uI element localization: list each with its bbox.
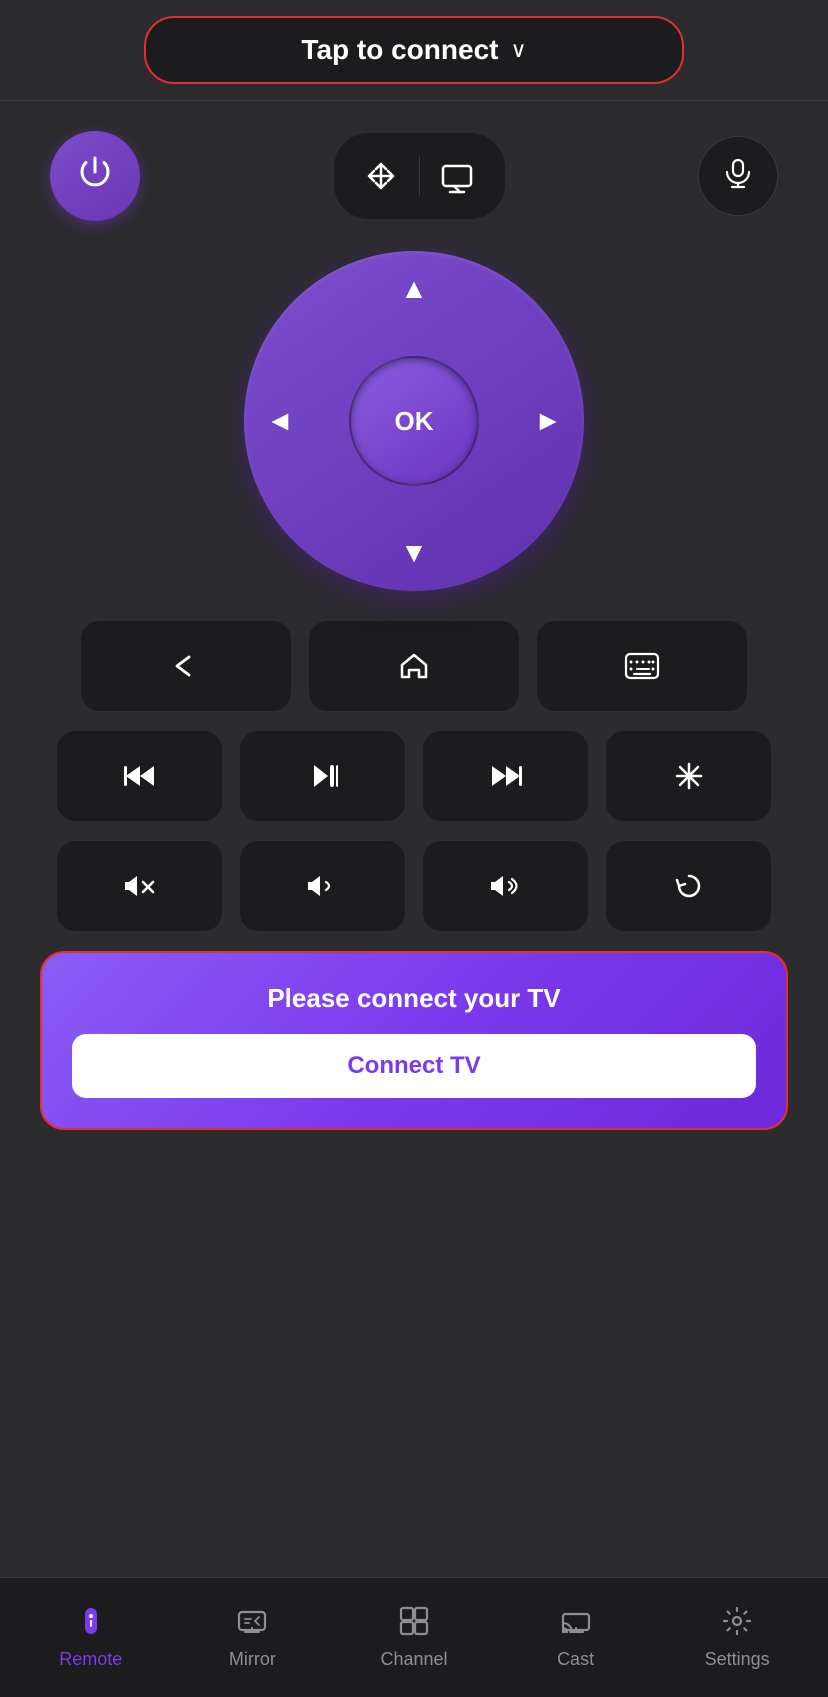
dpad-container: ▲ ◄ OK ► ▼ [244,251,584,591]
power-icon [77,154,113,198]
input-icon [420,141,495,211]
tab-settings-label: Settings [705,1649,770,1670]
playpause-button[interactable] [240,731,405,821]
tab-remote[interactable]: Remote [10,1606,172,1670]
connect-tv-button[interactable]: Connect TV [72,1034,756,1098]
connect-bar: Tap to connect ∨ [0,0,828,101]
star-button[interactable] [606,731,771,821]
mirror-icon [237,1606,267,1643]
cast-icon [561,1606,591,1643]
tab-channel[interactable]: Channel [333,1606,495,1670]
chevron-down-icon: ∨ [510,37,526,63]
tab-settings[interactable]: Settings [656,1606,818,1670]
dpad-down-icon[interactable]: ▼ [400,537,428,569]
keyboard-button[interactable] [537,621,747,711]
connect-tv-button-label: Connect TV [347,1052,480,1080]
connect-tv-banner: Please connect your TV Connect TV [40,951,788,1130]
ok-label: OK [395,406,434,437]
settings-icon [722,1606,752,1643]
volume-buttons-row [40,841,788,931]
dpad[interactable]: ▲ ◄ OK ► ▼ [244,251,584,591]
mic-button[interactable] [698,136,778,216]
tab-bar: Remote Mirror Channel [0,1577,828,1697]
connect-tv-title: Please connect your TV [267,983,560,1014]
dpad-left-icon[interactable]: ◄ [266,405,294,437]
tab-remote-label: Remote [59,1649,122,1670]
tab-cast[interactable]: Cast [495,1606,657,1670]
dpad-right-icon[interactable]: ► [534,405,562,437]
mute-button[interactable] [57,841,222,931]
back-button[interactable] [81,621,291,711]
replay-button[interactable] [606,841,771,931]
volume-up-button[interactable] [423,841,588,931]
tab-channel-label: Channel [380,1649,447,1670]
connect-button-label: Tap to connect [301,34,498,66]
mic-icon [722,157,754,196]
tab-cast-label: Cast [557,1649,594,1670]
home-button[interactable] [309,621,519,711]
channel-icon [399,1606,429,1643]
fastforward-button[interactable] [423,731,588,821]
top-controls-row [40,131,788,221]
rewind-button[interactable] [57,731,222,821]
tab-mirror[interactable]: Mirror [172,1606,334,1670]
media-buttons-row [40,731,788,821]
remote-icon [76,1606,106,1643]
nav-buttons-row [40,621,788,711]
remote-area: ▲ ◄ OK ► ▼ [0,101,828,1577]
volume-down-button[interactable] [240,841,405,931]
power-button[interactable] [50,131,140,221]
ok-button[interactable]: OK [349,356,479,486]
tab-mirror-label: Mirror [229,1649,276,1670]
nav-input-button[interactable] [334,133,505,219]
tap-to-connect-button[interactable]: Tap to connect ∨ [144,16,684,84]
nav-icon [344,141,419,211]
dpad-up-icon[interactable]: ▲ [400,273,428,305]
